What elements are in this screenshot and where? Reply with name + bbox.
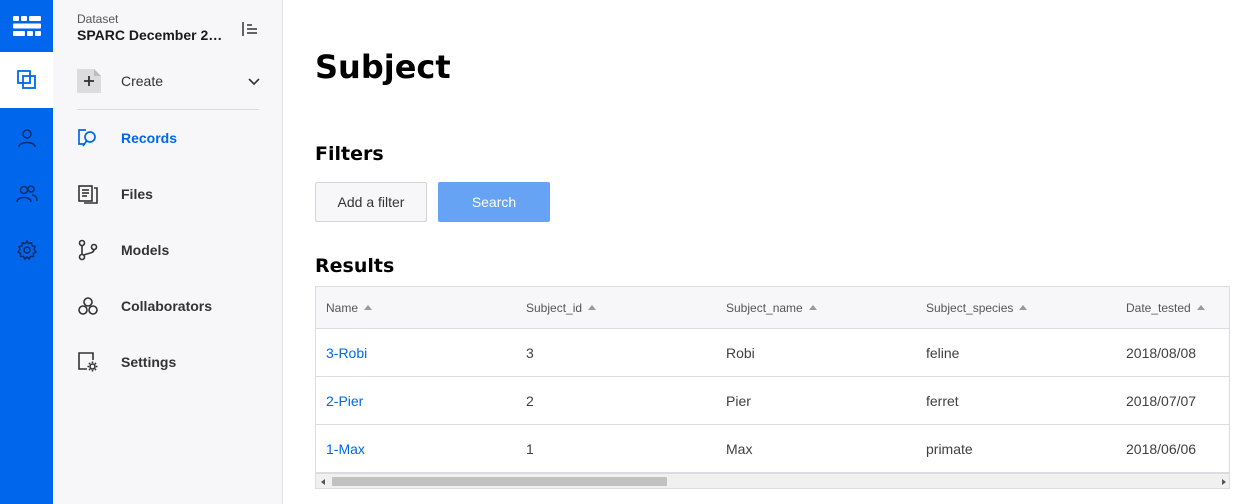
sidebar-item-collaborators[interactable]: Collaborators — [77, 292, 267, 320]
cell-subject-species: feline — [926, 344, 960, 361]
filters-heading: Filters — [315, 143, 384, 165]
sidebar-item-label: Collaborators — [121, 298, 213, 314]
results-heading: Results — [315, 255, 395, 277]
cell-subject-species: primate — [926, 440, 973, 457]
collaborators-icon — [77, 295, 99, 317]
sidebar-item-label: Records — [121, 130, 178, 146]
sidebar-item-files[interactable]: Files — [77, 180, 267, 208]
settings-icon — [77, 351, 99, 373]
create-menu-button[interactable]: Create — [77, 64, 261, 98]
people-icon[interactable] — [0, 166, 53, 222]
record-link[interactable]: 1-Max — [326, 441, 365, 457]
logo-icon[interactable] — [0, 0, 53, 52]
cell-date-tested: 2018/08/08 — [1126, 344, 1197, 361]
dataset-name[interactable]: SPARC December 2018 — [77, 27, 229, 43]
settings-gear-icon[interactable] — [0, 222, 53, 278]
scroll-right-arrow-icon[interactable] — [1217, 474, 1229, 488]
cell-subject-name: Max — [726, 440, 753, 457]
create-label: Create — [121, 73, 164, 89]
icon-rail — [0, 0, 53, 504]
column-header-subject-name[interactable]: Subject_name — [726, 287, 817, 328]
page-title: Subject — [315, 48, 451, 86]
sort-caret-icon — [588, 305, 597, 310]
sidebar: Dataset SPARC December 2018 Create Recor… — [53, 0, 283, 504]
table-row[interactable]: 2-Pier 2 Pier ferret 2018/07/07 — [316, 377, 1229, 425]
cell-date-tested: 2018/07/07 — [1126, 392, 1197, 409]
app-root: Dataset SPARC December 2018 Create Recor… — [0, 0, 1242, 504]
record-link[interactable]: 3-Robi — [326, 345, 367, 361]
datasets-icon[interactable] — [0, 52, 53, 108]
column-header-name[interactable]: Name — [326, 287, 373, 328]
dataset-caption: Dataset — [77, 12, 119, 26]
chevron-down-icon — [247, 74, 261, 88]
models-icon — [77, 239, 99, 261]
column-header-subject-id[interactable]: Subject_id — [526, 287, 597, 328]
files-icon — [77, 183, 99, 205]
profile-icon[interactable] — [0, 110, 53, 166]
cell-subject-name: Robi — [726, 344, 755, 361]
cell-name[interactable]: 1-Max — [326, 425, 365, 472]
sidebar-item-label: Settings — [121, 354, 177, 370]
cell-subject-name: Pier — [726, 392, 751, 409]
scroll-left-arrow-icon[interactable] — [316, 474, 330, 488]
search-button[interactable]: Search — [438, 182, 550, 222]
sort-caret-icon — [1019, 305, 1028, 310]
sort-caret-icon — [1196, 305, 1205, 310]
sort-caret-icon — [808, 305, 817, 310]
column-header-subject-species[interactable]: Subject_species — [926, 287, 1028, 328]
create-file-icon — [77, 69, 101, 93]
sidebar-item-records[interactable]: Records — [77, 124, 267, 152]
table-row[interactable]: 1-Max 1 Max primate 2018/06/06 — [316, 425, 1229, 473]
cell-subject-id: 2 — [526, 392, 534, 409]
sidebar-item-models[interactable]: Models — [77, 236, 267, 264]
sidebar-item-label: Models — [121, 242, 170, 258]
cell-subject-id: 3 — [526, 344, 534, 361]
column-header-date-tested[interactable]: Date_tested — [1126, 287, 1205, 328]
sidebar-item-settings[interactable]: Settings — [77, 348, 267, 376]
sidebar-item-label: Files — [121, 186, 153, 202]
collapse-sidebar-icon[interactable] — [239, 18, 261, 40]
main-content: Subject Filters Add a filter Search Resu… — [283, 0, 1242, 504]
sidebar-divider — [77, 109, 259, 110]
cell-date-tested: 2018/06/06 — [1126, 440, 1197, 457]
record-link[interactable]: 2-Pier — [326, 393, 363, 409]
add-filter-button[interactable]: Add a filter — [315, 182, 427, 222]
cell-name[interactable]: 2-Pier — [326, 377, 363, 424]
records-search-icon — [77, 127, 99, 149]
sort-caret-icon — [364, 305, 373, 310]
cell-name[interactable]: 3-Robi — [326, 329, 367, 376]
scrollbar-thumb[interactable] — [332, 477, 667, 486]
cell-subject-species: ferret — [926, 392, 959, 409]
table-header: Name Subject_id Subject_name Subject_spe… — [316, 287, 1229, 329]
horizontal-scrollbar[interactable] — [316, 473, 1229, 488]
results-table: Name Subject_id Subject_name Subject_spe… — [315, 286, 1230, 489]
table-row[interactable]: 3-Robi 3 Robi feline 2018/08/08 — [316, 329, 1229, 377]
cell-subject-id: 1 — [526, 440, 534, 457]
